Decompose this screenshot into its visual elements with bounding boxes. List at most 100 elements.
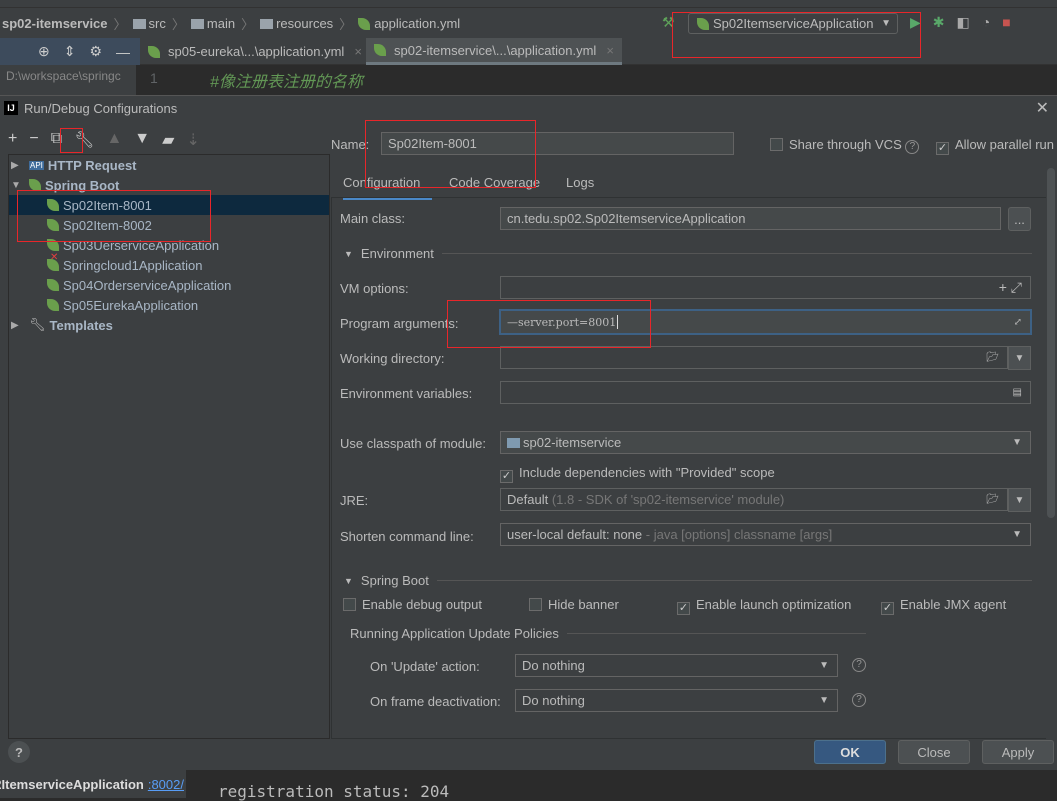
menu-bar <box>0 0 1057 8</box>
remove-icon[interactable]: − <box>29 130 38 150</box>
tree-item[interactable]: Sp04OrderserviceApplication <box>47 275 231 295</box>
coverage-icon[interactable]: ◧ <box>957 14 970 31</box>
on-update-label: On 'Update' action: <box>370 659 480 674</box>
run-tab[interactable]: Sp02ItemserviceApplication :8002/ <box>0 770 186 798</box>
edit-list-icon[interactable]: ▤ <box>1013 387 1022 398</box>
close-button[interactable]: Close <box>898 740 970 764</box>
jre-input[interactable]: Default (1.8 - SDK of 'sp02-itemservice'… <box>500 488 1008 511</box>
launch-optimization-checkbox[interactable]: ✓ Enable launch optimization <box>677 597 851 615</box>
breadcrumb-file[interactable]: application.yml <box>358 16 460 31</box>
debug-icon[interactable]: ✱ <box>933 14 945 31</box>
add-icon[interactable]: + <box>8 130 17 150</box>
checkbox-checked[interactable]: ✓ <box>936 142 949 155</box>
folder-icon[interactable]: 📂︎ <box>986 494 999 505</box>
tab-sp05-eureka-yml[interactable]: sp05-eureka\...\application.yml × <box>140 38 370 65</box>
wrench-icon[interactable]: 🔧︎ <box>74 130 94 150</box>
program-arguments-input[interactable]: —server.port=8001 ⤢ <box>499 309 1032 335</box>
working-directory-dropdown[interactable]: ▼ <box>1008 346 1031 370</box>
locate-icon[interactable]: ⊕ <box>38 43 50 60</box>
tree-group-http-request[interactable]: ▶ API HTTP Request <box>11 155 137 175</box>
breadcrumb-project[interactable]: sp02-itemservice <box>2 16 108 31</box>
expand-icon[interactable]: ⤢ <box>1014 317 1022 328</box>
expand-arrow-icon[interactable]: ▶ <box>11 160 25 171</box>
scrollbar[interactable] <box>1047 168 1055 518</box>
checkbox-checked[interactable]: ✓ <box>500 470 513 483</box>
collapse-icon[interactable]: ⇕ <box>64 43 76 60</box>
breadcrumb-main[interactable]: main <box>190 16 235 31</box>
checkbox-unchecked[interactable] <box>529 598 542 611</box>
shorten-label: Shorten command line: <box>340 529 474 544</box>
move-down-icon[interactable]: ▼ <box>134 130 150 150</box>
tab-logs[interactable]: Logs <box>566 175 594 190</box>
enable-debug-checkbox[interactable]: Enable debug output <box>343 597 482 612</box>
spring-yml-icon <box>358 17 371 30</box>
move-up-icon[interactable]: ▲ <box>106 130 122 150</box>
tree-item[interactable]: ✕ Springcloud1Application <box>47 252 202 275</box>
apply-button[interactable]: Apply <box>982 740 1054 764</box>
classpath-select[interactable]: sp02-itemservice ▼ <box>500 431 1031 454</box>
port-link[interactable]: :8002/ <box>148 777 184 792</box>
run-app-name: Sp02ItemserviceApplication <box>0 776 144 792</box>
working-directory-input[interactable]: 📂︎ <box>500 346 1008 369</box>
browse-button[interactable]: ... <box>1008 207 1031 231</box>
gear-icon[interactable]: ⚙ <box>89 43 102 60</box>
jre-dropdown[interactable]: ▼ <box>1008 488 1031 512</box>
spring-yml-icon <box>148 45 160 58</box>
tree-group-templates[interactable]: ▶ 🔧︎ Templates <box>11 315 113 335</box>
dialog-close-icon[interactable]: ✕ <box>1036 98 1049 118</box>
copy-config-icon[interactable]: ⧉ <box>51 130 62 150</box>
minimize-icon[interactable]: — <box>116 44 130 60</box>
checkbox-unchecked[interactable] <box>343 598 356 611</box>
expand-arrow-icon[interactable]: ▶ <box>11 320 25 331</box>
run-config-selector[interactable]: Sp02ItemserviceApplication ▼ <box>688 13 898 34</box>
tree-item[interactable]: Sp02Item-8002 <box>47 215 152 235</box>
collapse-arrow-icon[interactable]: ▼ <box>11 180 25 191</box>
environment-section[interactable]: ▼ Environment <box>344 246 1032 261</box>
profile-icon[interactable]: ◔ <box>982 14 990 31</box>
name-input[interactable]: Sp02Item-8001 <box>381 132 734 155</box>
new-folder-icon[interactable]: ▰ <box>162 130 174 150</box>
main-class-input[interactable]: cn.tedu.sp02.Sp02ItemserviceApplication <box>500 207 1001 230</box>
close-icon[interactable]: × <box>606 43 614 58</box>
tree-group-spring-boot[interactable]: ▼ Spring Boot <box>11 175 119 195</box>
ok-button[interactable]: OK <box>814 740 886 764</box>
editor[interactable] <box>0 65 1057 95</box>
code-line[interactable]: #像注册表注册的名称 <box>210 68 363 92</box>
sort-icon[interactable]: ⇣ <box>186 130 199 150</box>
run-icon[interactable]: ▶ <box>910 14 921 31</box>
environment-variables-input[interactable]: ▤ <box>500 381 1031 404</box>
add-expand-icon[interactable]: + ⤢ <box>999 279 1022 296</box>
allow-parallel-checkbox[interactable]: ✓ Allow parallel run <box>936 137 1054 155</box>
chevron-down-icon: ▼ <box>1014 352 1025 364</box>
breadcrumb-resources[interactable]: resources <box>260 16 333 31</box>
chevron-down-icon: ▼ <box>1014 494 1025 506</box>
help-icon[interactable]: ? <box>905 140 920 154</box>
breadcrumb-src[interactable]: src <box>132 16 166 31</box>
help-icon[interactable]: ? <box>852 693 866 707</box>
include-provided-checkbox[interactable]: ✓ Include dependencies with "Provided" sc… <box>500 465 775 483</box>
stop-icon[interactable]: ■ <box>1002 14 1010 31</box>
shorten-select[interactable]: user-local default: none - java [options… <box>500 523 1031 546</box>
folder-icon[interactable]: 📂︎ <box>986 352 999 363</box>
tree-item[interactable]: Sp03UerserviceApplication <box>47 235 219 255</box>
on-update-select[interactable]: Do nothing ▼ <box>515 654 838 677</box>
tree-item[interactable]: Sp05EurekaApplication <box>47 295 198 315</box>
build-hammer-icon[interactable]: ⚒ <box>662 14 675 31</box>
tab-code-coverage[interactable]: Code Coverage <box>449 175 540 190</box>
checkbox-checked[interactable]: ✓ <box>881 602 894 615</box>
spring-boot-section[interactable]: ▼ Spring Boot <box>344 573 1032 588</box>
checkbox-checked[interactable]: ✓ <box>677 602 690 615</box>
tab-sp02-itemservice-yml[interactable]: sp02-itemservice\...\application.yml × <box>366 38 622 65</box>
vm-options-input[interactable]: + ⤢ <box>500 276 1031 299</box>
hide-banner-checkbox[interactable]: Hide banner <box>529 597 619 612</box>
share-vcs-checkbox[interactable]: Share through VCS ? <box>770 137 920 154</box>
checkbox-unchecked[interactable] <box>770 138 783 151</box>
help-button[interactable]: ? <box>8 741 30 763</box>
help-icon[interactable]: ? <box>852 658 866 672</box>
on-frame-select[interactable]: Do nothing ▼ <box>515 689 838 712</box>
jmx-agent-checkbox[interactable]: ✓ Enable JMX agent <box>881 597 1006 615</box>
close-icon[interactable]: × <box>354 44 362 59</box>
tree-item[interactable]: Sp02Item-8001 <box>9 195 329 215</box>
jre-label: JRE: <box>340 493 369 508</box>
spring-boot-icon <box>47 299 59 311</box>
